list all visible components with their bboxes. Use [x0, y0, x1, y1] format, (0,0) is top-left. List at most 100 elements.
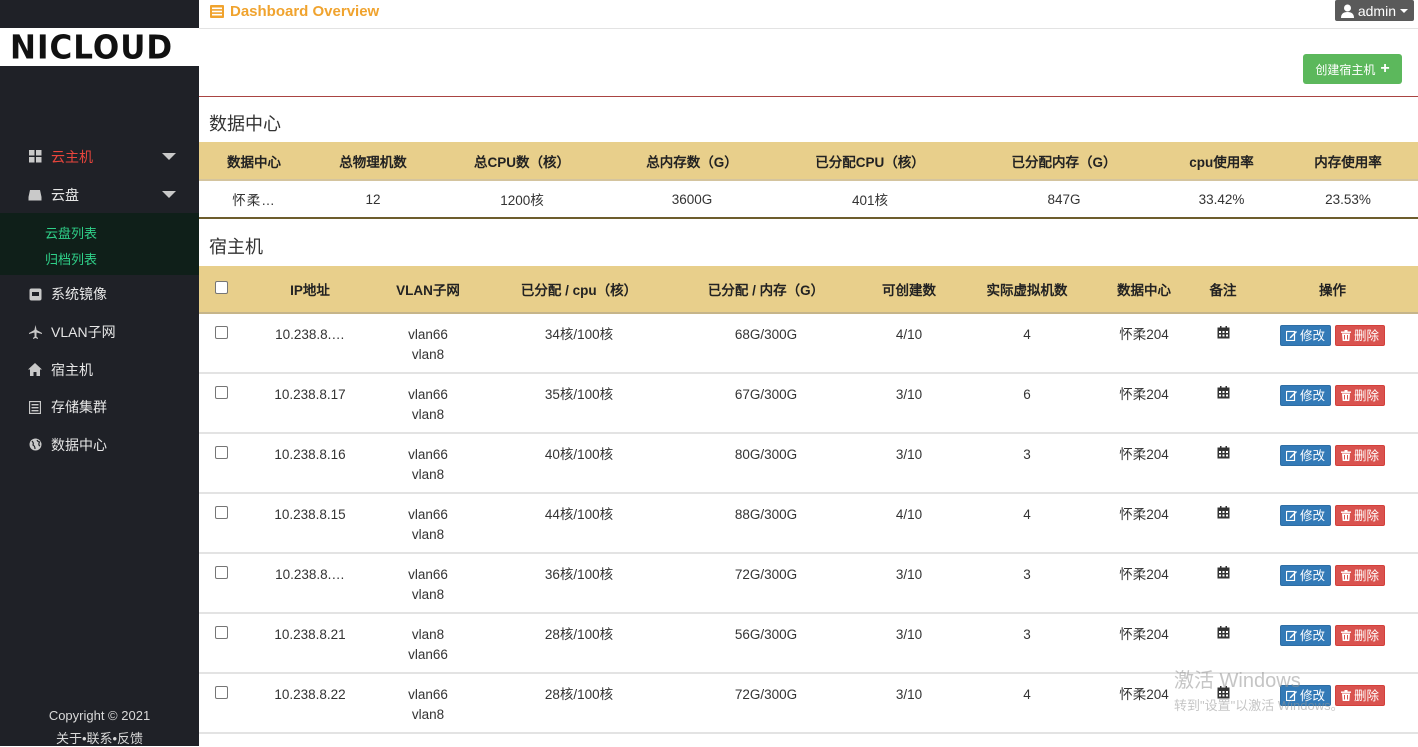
cell: 401核 [777, 180, 963, 219]
page-title: Dashboard Overview [210, 3, 379, 20]
edit-icon [1285, 390, 1300, 401]
note-cell [1199, 373, 1247, 434]
note-cell [1199, 493, 1247, 554]
table-row: 10.238.8.… vlan66 vlan8 36核/100核 72G/300G 3/1… [199, 553, 1418, 614]
delete-button[interactable]: 删除 [1335, 325, 1386, 346]
row-checkbox[interactable] [214, 506, 228, 519]
vlan-value: vlan66 [408, 447, 448, 462]
submenu-item-disk-list[interactable]: 云盘列表 [0, 219, 199, 245]
edit-button[interactable]: 修改 [1279, 565, 1331, 586]
drive-icon [28, 188, 42, 202]
calendar-icon[interactable] [1217, 625, 1230, 639]
datacenter-table: 数据中心 总物理机数 总CPU数（核） 总内存数（G） 已分配CPU（核） 已分… [199, 142, 1418, 219]
delete-button[interactable]: 删除 [1335, 505, 1386, 526]
grid-icon [28, 150, 42, 164]
table-row: 10.238.8.16 vlan66 vlan8 40核/100核 80G/300G 3/… [199, 433, 1418, 494]
trash-icon [1341, 450, 1354, 461]
user-menu-button[interactable]: admin [1334, 0, 1414, 21]
sidebar-item-cloud-disk[interactable]: 云盘 [0, 176, 199, 214]
column-header: 数据中心 [1089, 266, 1199, 314]
table-row: ​怀柔… 12 1200核 3600G 401核 847G 33.42% 23.… [199, 180, 1418, 219]
select-all-checkbox[interactable] [214, 281, 228, 294]
sidebar-item-datacenter[interactable]: 数据中心 [0, 426, 199, 464]
divider [199, 96, 1418, 97]
delete-button[interactable]: 删除 [1335, 445, 1386, 466]
memory-cell: 80G/300G [679, 433, 853, 494]
hosts-section-title: 宿主机 [209, 237, 263, 257]
create-host-label: 创建宿主机 [1315, 62, 1376, 77]
cell: 23.53% [1278, 180, 1418, 219]
edit-button[interactable]: 修改 [1279, 385, 1331, 406]
vlan-value: vlan8 [411, 707, 445, 722]
row-checkbox[interactable] [214, 386, 228, 399]
cell: 33.42% [1165, 180, 1278, 219]
user-icon [1340, 4, 1354, 18]
edit-label: 修改 [1299, 508, 1325, 523]
vlan-value: vlan8 [411, 347, 445, 362]
row-checkbox[interactable] [214, 686, 228, 699]
edit-button[interactable]: 修改 [1279, 325, 1331, 346]
edit-button[interactable]: 修改 [1279, 505, 1331, 526]
sidebar-item-label: 数据中心 [51, 436, 107, 453]
globe-icon [28, 438, 42, 452]
top-bar: Dashboard Overview admin [199, 0, 1418, 29]
edit-icon [1285, 630, 1300, 641]
trash-icon [1341, 510, 1354, 521]
sidebar-item-label: 宿主机 [51, 361, 93, 378]
row-checkbox[interactable] [214, 326, 228, 339]
edit-button[interactable]: 修改 [1279, 625, 1331, 646]
datacenter-cell: 怀柔204 [1089, 433, 1199, 494]
submenu-item-archive-list[interactable]: 归档列表 [0, 245, 199, 271]
delete-label: 删除 [1354, 508, 1380, 523]
logo[interactable]: NICLOUD [10, 29, 173, 67]
column-header: 实际虚拟机数 [965, 266, 1089, 314]
home-icon [28, 363, 42, 377]
memory-cell: 68G/300G [679, 313, 853, 374]
delete-button[interactable]: 删除 [1335, 565, 1386, 586]
copyright: Copyright © 2021 [48, 708, 151, 723]
column-header: IP地址 [243, 266, 377, 314]
cell: 3600G [607, 180, 777, 219]
sidebar-item-system-image[interactable]: 系统镜像 [0, 275, 199, 313]
cpu-cell: 44核/100核 [479, 493, 679, 554]
chevron-down-icon [162, 153, 176, 160]
vlan-value: vlan66 [408, 567, 448, 582]
table-header-row: 数据中心 总物理机数 总CPU数（核） 总内存数（G） 已分配CPU（核） 已分… [199, 142, 1418, 181]
edit-label: 修改 [1299, 328, 1325, 343]
vm-count-cell: 3 [965, 553, 1089, 614]
vlan-cell: vlan66 vlan8 [377, 373, 479, 434]
actions-cell: 修改 删除 [1247, 553, 1418, 614]
cell: 1200核 [437, 180, 607, 219]
create-host-button[interactable]: 创建宿主机 + [1303, 54, 1402, 84]
can-create-cell: 3/10 [853, 553, 965, 614]
note-cell [1199, 313, 1247, 374]
row-checkbox[interactable] [214, 566, 228, 579]
footer-links[interactable]: 关于•联系•反馈 [0, 728, 199, 747]
chevron-down-icon [162, 190, 176, 198]
row-checkbox[interactable] [214, 446, 228, 459]
calendar-icon[interactable] [1217, 385, 1230, 399]
table-row: 10.238.8.17 vlan66 vlan8 35核/100核 67G/300G 3/… [199, 373, 1418, 434]
column-header: 总内存数（G） [607, 142, 777, 181]
edit-button[interactable]: 修改 [1279, 445, 1331, 466]
calendar-icon[interactable] [1217, 505, 1230, 519]
actions-cell: 修改 删除 [1247, 433, 1418, 494]
calendar-icon[interactable] [1217, 445, 1230, 459]
actions-cell: 修改 删除 [1247, 493, 1418, 554]
memory-cell: 72G/300G [679, 673, 853, 734]
delete-button[interactable]: 删除 [1335, 625, 1386, 646]
vlan-value: vlan8 [411, 587, 445, 602]
trash-icon [1341, 330, 1354, 341]
sidebar-item-host[interactable]: 宿主机 [0, 351, 199, 389]
sidebar-item-storage-cluster[interactable]: 存储集群 [0, 388, 199, 426]
sidebar-item-cloud-host[interactable]: 云主机 [0, 138, 199, 176]
submenu: 云盘列表 归档列表 [0, 213, 199, 276]
row-checkbox[interactable] [214, 626, 228, 639]
ip-cell: 10.238.8.16 [243, 433, 377, 494]
table-row: 10.238.8.… vlan66 vlan8 34核/100核 68G/300G 4/1… [199, 313, 1418, 374]
delete-button[interactable]: 删除 [1335, 385, 1386, 406]
vlan-value: vlan66 [408, 507, 448, 522]
sidebar-item-vlan[interactable]: VLAN子网 [0, 313, 199, 351]
calendar-icon[interactable] [1217, 325, 1230, 339]
calendar-icon[interactable] [1217, 565, 1230, 579]
